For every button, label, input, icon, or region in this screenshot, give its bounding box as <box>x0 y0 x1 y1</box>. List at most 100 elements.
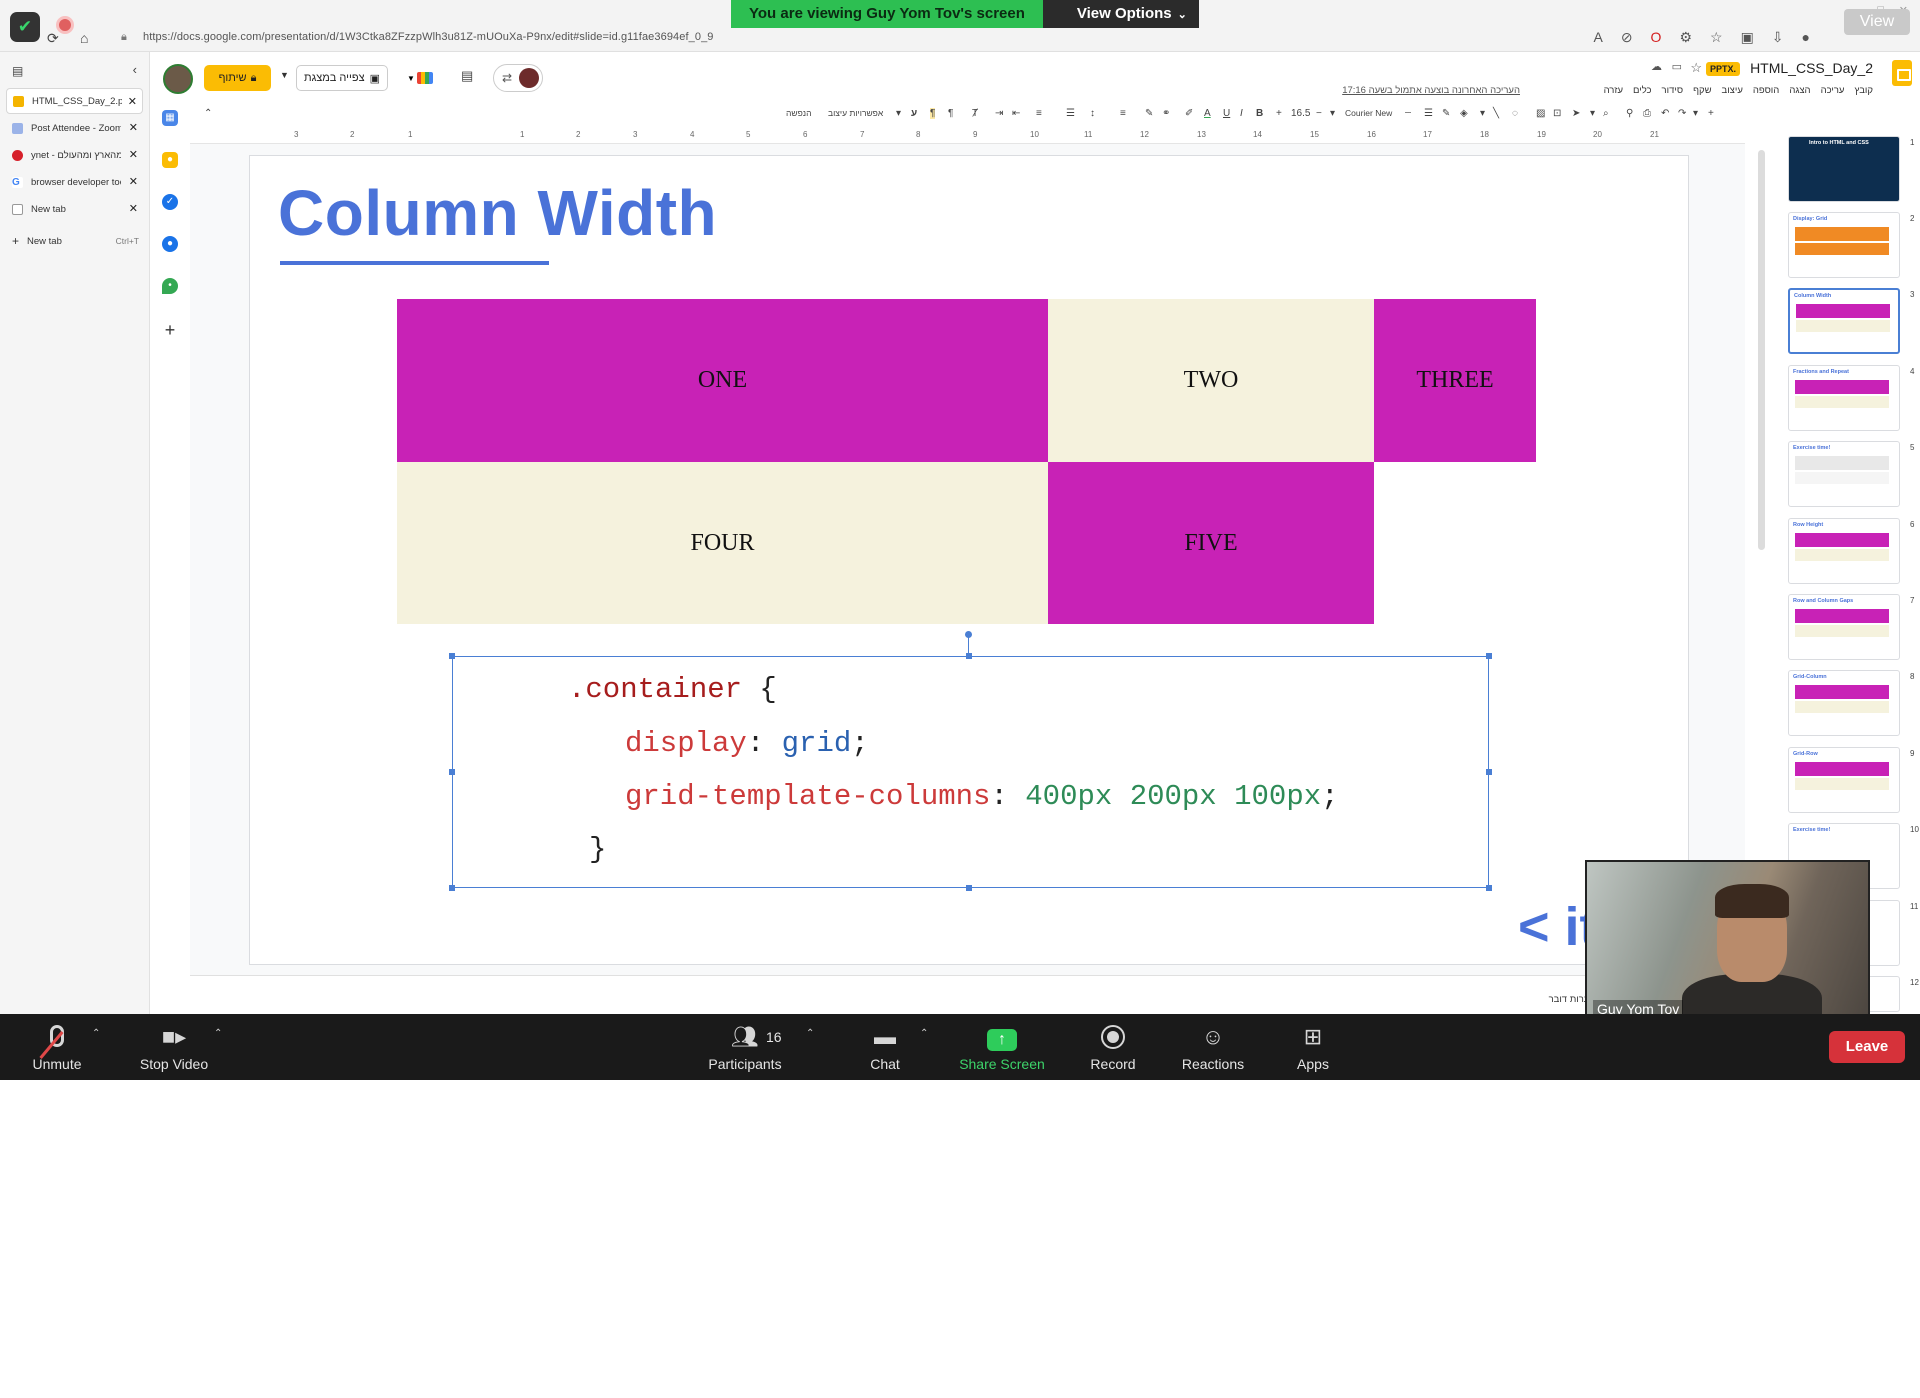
image-tool-icon[interactable]: ▨ <box>1536 108 1545 119</box>
close-tab-icon[interactable]: ✕ <box>129 202 138 215</box>
slide-thumbnail[interactable]: Fractions and Repeat <box>1788 365 1900 431</box>
tasks-icon[interactable]: ✓ <box>162 194 178 210</box>
font-size-field[interactable]: 16.5 <box>1291 108 1310 119</box>
resize-handle[interactable] <box>1486 885 1492 891</box>
resize-handle[interactable] <box>966 653 972 659</box>
leave-button[interactable]: Leave <box>1829 1031 1905 1063</box>
home-icon[interactable]: ⌂ <box>80 30 88 46</box>
avatar[interactable] <box>163 64 193 94</box>
speaker-notes[interactable]: הוספת הערות דובר <box>190 975 1745 1014</box>
move-icon[interactable]: ▭ <box>1672 60 1682 73</box>
record-button[interactable]: Record <box>1068 1022 1158 1072</box>
format-options-button[interactable]: אפשרויות עיצוב <box>828 108 883 118</box>
audio-options-caret-icon[interactable]: ⌃ <box>92 1028 100 1039</box>
unmute-button[interactable]: Unmute <box>12 1022 102 1072</box>
redo-icon[interactable]: ↷ <box>1678 108 1686 119</box>
share-screen-button[interactable]: ↑ Share Screen <box>956 1022 1048 1072</box>
indent-icon[interactable]: ⇥ <box>995 108 1003 119</box>
undo-icon[interactable]: ↶ <box>1661 108 1669 119</box>
menu-view[interactable]: הצגה <box>1789 85 1810 96</box>
view-options-button[interactable]: View Options ⌄ <box>1042 0 1199 28</box>
tab-new[interactable]: New tab ✕ <box>6 196 143 222</box>
document-title[interactable]: HTML_CSS_Day_2 <box>1750 60 1873 76</box>
bulleted-list-icon[interactable]: ☰ <box>1066 108 1075 119</box>
last-edit-link[interactable]: העריכה האחרונה בוצעה אתמול בשעה 17:16 <box>1342 85 1520 96</box>
menu-file[interactable]: קובץ <box>1854 85 1873 96</box>
menu-help[interactable]: עזרה <box>1604 85 1623 96</box>
resize-handle[interactable] <box>1486 769 1492 775</box>
reactions-button[interactable]: ☺ Reactions <box>1168 1022 1258 1072</box>
close-tab-icon[interactable]: ✕ <box>128 95 137 108</box>
slide-thumbnail[interactable]: Grid-Row <box>1788 747 1900 813</box>
text-color-icon[interactable]: A <box>1204 108 1211 119</box>
increase-font-icon[interactable]: + <box>1276 108 1282 119</box>
read-aloud-icon[interactable]: A <box>1593 29 1602 46</box>
participant-video-tile[interactable]: Guy Yom Tov <box>1585 860 1870 1022</box>
highlight-icon[interactable]: ✐ <box>1185 108 1193 119</box>
grid-cell-five[interactable]: FIVE <box>1048 462 1374 624</box>
close-tab-icon[interactable]: ✕ <box>129 148 138 161</box>
collaborators-button[interactable]: ⇄ <box>493 64 543 92</box>
keep-icon[interactable]: ● <box>162 152 178 168</box>
view-button[interactable]: View <box>1844 9 1910 35</box>
zoom-icon[interactable]: ⌕ <box>1603 108 1609 119</box>
star-icon[interactable]: ☆ <box>1690 60 1702 76</box>
print-icon[interactable]: ⎙ <box>1643 108 1651 119</box>
new-slide-icon[interactable]: + <box>1708 108 1714 119</box>
grid-cell-two[interactable]: TWO <box>1048 299 1374 462</box>
select-cursor-icon[interactable]: ➤ <box>1572 108 1580 119</box>
menu-insert[interactable]: הוספה <box>1753 85 1779 96</box>
slide-thumbnail[interactable]: Grid-Column <box>1788 670 1900 736</box>
tab-slides[interactable]: HTML_CSS_Day_2.pptx ✕ <box>6 88 143 114</box>
slide-thumbnail[interactable]: Row and Column Gaps <box>1788 594 1900 660</box>
vertical-scrollbar[interactable] <box>1758 150 1765 550</box>
collapse-toolbar-icon[interactable]: ⌃ <box>204 108 212 119</box>
paint-format-icon[interactable]: ⚲ <box>1626 108 1633 119</box>
opera-icon[interactable]: O <box>1651 29 1662 46</box>
maps-icon[interactable]: • <box>162 278 178 294</box>
insert-link-icon[interactable]: ⚭ <box>1162 108 1170 119</box>
code-text-box[interactable]: .container { display: grid; grid-templat… <box>449 653 1492 891</box>
site-info-icon[interactable]: 🔒︎ <box>121 31 127 44</box>
line-tool-icon[interactable]: ╲ <box>1493 108 1499 119</box>
current-slide[interactable]: Column Width ONE TWO THREE FOUR FIVE .co… <box>249 155 1689 965</box>
new-tab-button[interactable]: + New tab Ctrl+T <box>6 228 143 254</box>
calendar-icon[interactable]: ▦ <box>162 110 178 126</box>
italic-icon[interactable]: I <box>1240 108 1243 119</box>
menu-tools[interactable]: כלים <box>1633 85 1652 96</box>
insert-comment-icon[interactable]: ✎ <box>1145 108 1153 119</box>
slides-logo-icon[interactable] <box>1892 60 1912 86</box>
numbered-list-icon[interactable]: ≡ <box>1036 108 1042 119</box>
collections-icon[interactable]: ▣ <box>1741 29 1754 46</box>
menu-edit[interactable]: עריכה <box>1821 85 1845 96</box>
resize-handle[interactable] <box>1486 653 1492 659</box>
animate-button[interactable]: הנפשה <box>786 108 811 118</box>
cloud-status-icon[interactable]: ☁ <box>1651 60 1662 73</box>
menu-arrange[interactable]: סידור <box>1662 85 1684 96</box>
shield-extension-icon[interactable]: ✔ <box>10 12 40 42</box>
slide-thumbnail[interactable]: Display: Grid <box>1788 212 1900 278</box>
resize-handle[interactable] <box>449 885 455 891</box>
close-tab-icon[interactable]: ✕ <box>129 121 138 134</box>
outdent-icon[interactable]: ⇤ <box>1012 108 1020 119</box>
chevron-down-icon[interactable]: ▾ <box>1693 108 1698 119</box>
chevron-down-icon[interactable]: ▾ <box>1480 108 1485 119</box>
comments-icon[interactable]: ▤ <box>461 68 473 84</box>
border-weight-icon[interactable]: ☰ <box>1424 108 1433 119</box>
grid-cell-four[interactable]: FOUR <box>397 462 1048 624</box>
slide-thumbnail[interactable]: Row Height <box>1788 518 1900 584</box>
collapse-sidebar-icon[interactable]: ‹ <box>133 62 137 77</box>
apps-button[interactable]: ⊞ Apps <box>1268 1022 1358 1072</box>
resize-handle[interactable] <box>449 653 455 659</box>
clear-format-icon[interactable]: Ⱦ <box>972 108 978 119</box>
tab-ynet[interactable]: ynet - חדשות מהארץ ומהעולם ✕ <box>6 142 143 168</box>
border-color-icon[interactable]: ✎ <box>1442 108 1450 119</box>
chat-button[interactable]: ▬ Chat <box>840 1022 930 1072</box>
address-bar[interactable]: https://docs.google.com/presentation/d/1… <box>143 31 714 43</box>
reload-icon[interactable]: ⟳ <box>47 30 59 47</box>
slide-thumbnail[interactable]: Column Width <box>1788 288 1900 354</box>
font-family-select[interactable]: Courier New <box>1345 108 1392 118</box>
resize-handle[interactable] <box>449 769 455 775</box>
favorites-icon[interactable]: ☆ <box>1710 29 1723 46</box>
extension-icon[interactable]: ⚙ <box>1679 29 1692 46</box>
